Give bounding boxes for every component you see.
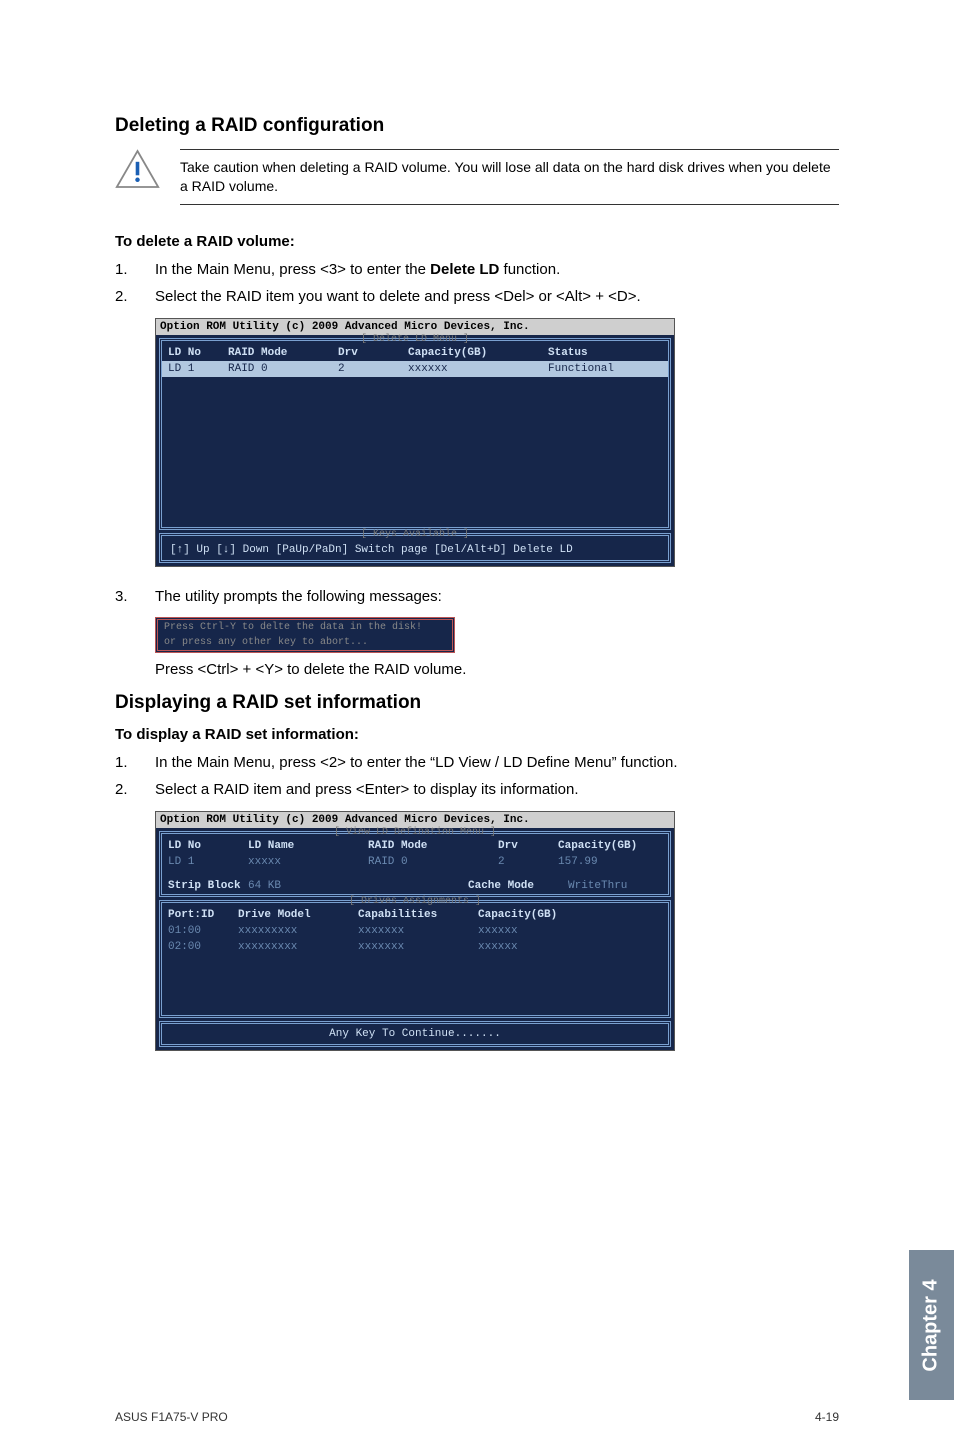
cell: xxxxxxxxx <box>238 941 358 953</box>
col-header: Port:ID <box>168 909 238 921</box>
text: function. <box>499 261 560 278</box>
cell: xxxxx <box>248 856 368 868</box>
bios-delete-ld-screenshot: Option ROM Utility (c) 2009 Advanced Mic… <box>155 318 675 567</box>
cell: 02:00 <box>168 941 238 953</box>
col-header: Capacity(GB) <box>558 840 648 852</box>
step-text: Select the RAID item you want to delete … <box>155 285 839 308</box>
col-header: LD No <box>168 347 228 359</box>
caution-text: Take caution when deleting a RAID volume… <box>180 149 839 205</box>
col-header: RAID Mode <box>228 347 338 359</box>
col-header: Capabilities <box>358 909 478 921</box>
cell: xxxxxx <box>478 941 598 953</box>
chapter-tab: Chapter 4 <box>909 1250 954 1400</box>
cell: RAID 0 <box>228 363 338 375</box>
cell: 157.99 <box>558 856 648 868</box>
step-number: 1. <box>115 258 155 281</box>
col-header: Status <box>548 347 648 359</box>
cell: 01:00 <box>168 925 238 937</box>
subtitle-delete-volume: To delete a RAID volume: <box>115 233 839 250</box>
keys-help: [↑] Up [↓] Down [PaUp/PaDn] Switch page … <box>162 540 668 560</box>
step-text: Select a RAID item and press <Enter> to … <box>155 778 839 801</box>
cell: RAID 0 <box>368 856 498 868</box>
step-text: The utility prompts the following messag… <box>155 585 839 608</box>
label: Strip Block <box>168 880 248 892</box>
step-number: 2. <box>115 778 155 801</box>
bios-confirm-prompt: Press Ctrl-Y to delte the data in the di… <box>155 617 455 653</box>
col-header: LD No <box>168 840 248 852</box>
continue-prompt: Any Key To Continue....... <box>162 1024 668 1044</box>
footer-page-number: 4-19 <box>815 1410 839 1424</box>
prompt-line: or press any other key to abort... <box>158 635 452 650</box>
col-header: Capacity(GB) <box>478 909 598 921</box>
step-text: In the Main Menu, press <2> to enter the… <box>155 751 839 774</box>
col-header: LD Name <box>248 840 368 852</box>
prompt-line: Press Ctrl-Y to delte the data in the di… <box>158 620 452 635</box>
table-row-selected: LD 1 RAID 0 2 xxxxxx Functional <box>162 361 668 377</box>
bios-title: Option ROM Utility (c) 2009 Advanced Mic… <box>156 319 674 335</box>
heading-deleting-raid: Deleting a RAID configuration <box>115 115 839 137</box>
heading-displaying-raid: Displaying a RAID set information <box>115 692 839 714</box>
text: In the Main Menu, press <3> to enter the <box>155 261 430 278</box>
step-text: Press <Ctrl> + <Y> to delete the RAID vo… <box>155 661 839 678</box>
panel-title: [ Delete LD Menu ] <box>162 334 668 345</box>
cell: Functional <box>548 363 648 375</box>
cell: LD 1 <box>168 363 228 375</box>
caution-notice: Take caution when deleting a RAID volume… <box>115 149 839 205</box>
panel-title: [ Drives Assignments ] <box>162 896 668 907</box>
step-number: 3. <box>115 585 155 608</box>
text-bold: Delete LD <box>430 261 499 278</box>
label: Cache Mode <box>468 880 568 892</box>
step-number: 1. <box>115 751 155 774</box>
cell: 2 <box>338 363 408 375</box>
chapter-label: Chapter 4 <box>920 1279 943 1371</box>
step-text: In the Main Menu, press <3> to enter the… <box>155 258 839 281</box>
cell: xxxxxxx <box>358 925 478 937</box>
bios-title: Option ROM Utility (c) 2009 Advanced Mic… <box>156 812 674 828</box>
col-header: Drv <box>338 347 408 359</box>
cell: 2 <box>498 856 558 868</box>
value: 64 KB <box>248 880 338 892</box>
step-number: 2. <box>115 285 155 308</box>
warning-icon <box>115 149 160 194</box>
value: WriteThru <box>568 880 648 892</box>
cell: xxxxxx <box>408 363 548 375</box>
col-header: Drv <box>498 840 558 852</box>
panel-title: [ Keys Available ] <box>162 529 668 540</box>
subtitle-display-info: To display a RAID set information: <box>115 726 839 743</box>
cell: LD 1 <box>168 856 248 868</box>
cell: xxxxxxxxx <box>238 925 358 937</box>
panel-title: [ View LD Defination Menu ] <box>162 827 668 838</box>
col-header: Capacity(GB) <box>408 347 548 359</box>
col-header: Drive Model <box>238 909 358 921</box>
footer-product: ASUS F1A75-V PRO <box>115 1410 228 1424</box>
cell: xxxxxx <box>478 925 598 937</box>
cell: xxxxxxx <box>358 941 478 953</box>
col-header: RAID Mode <box>368 840 498 852</box>
bios-view-ld-screenshot: Option ROM Utility (c) 2009 Advanced Mic… <box>155 811 675 1051</box>
